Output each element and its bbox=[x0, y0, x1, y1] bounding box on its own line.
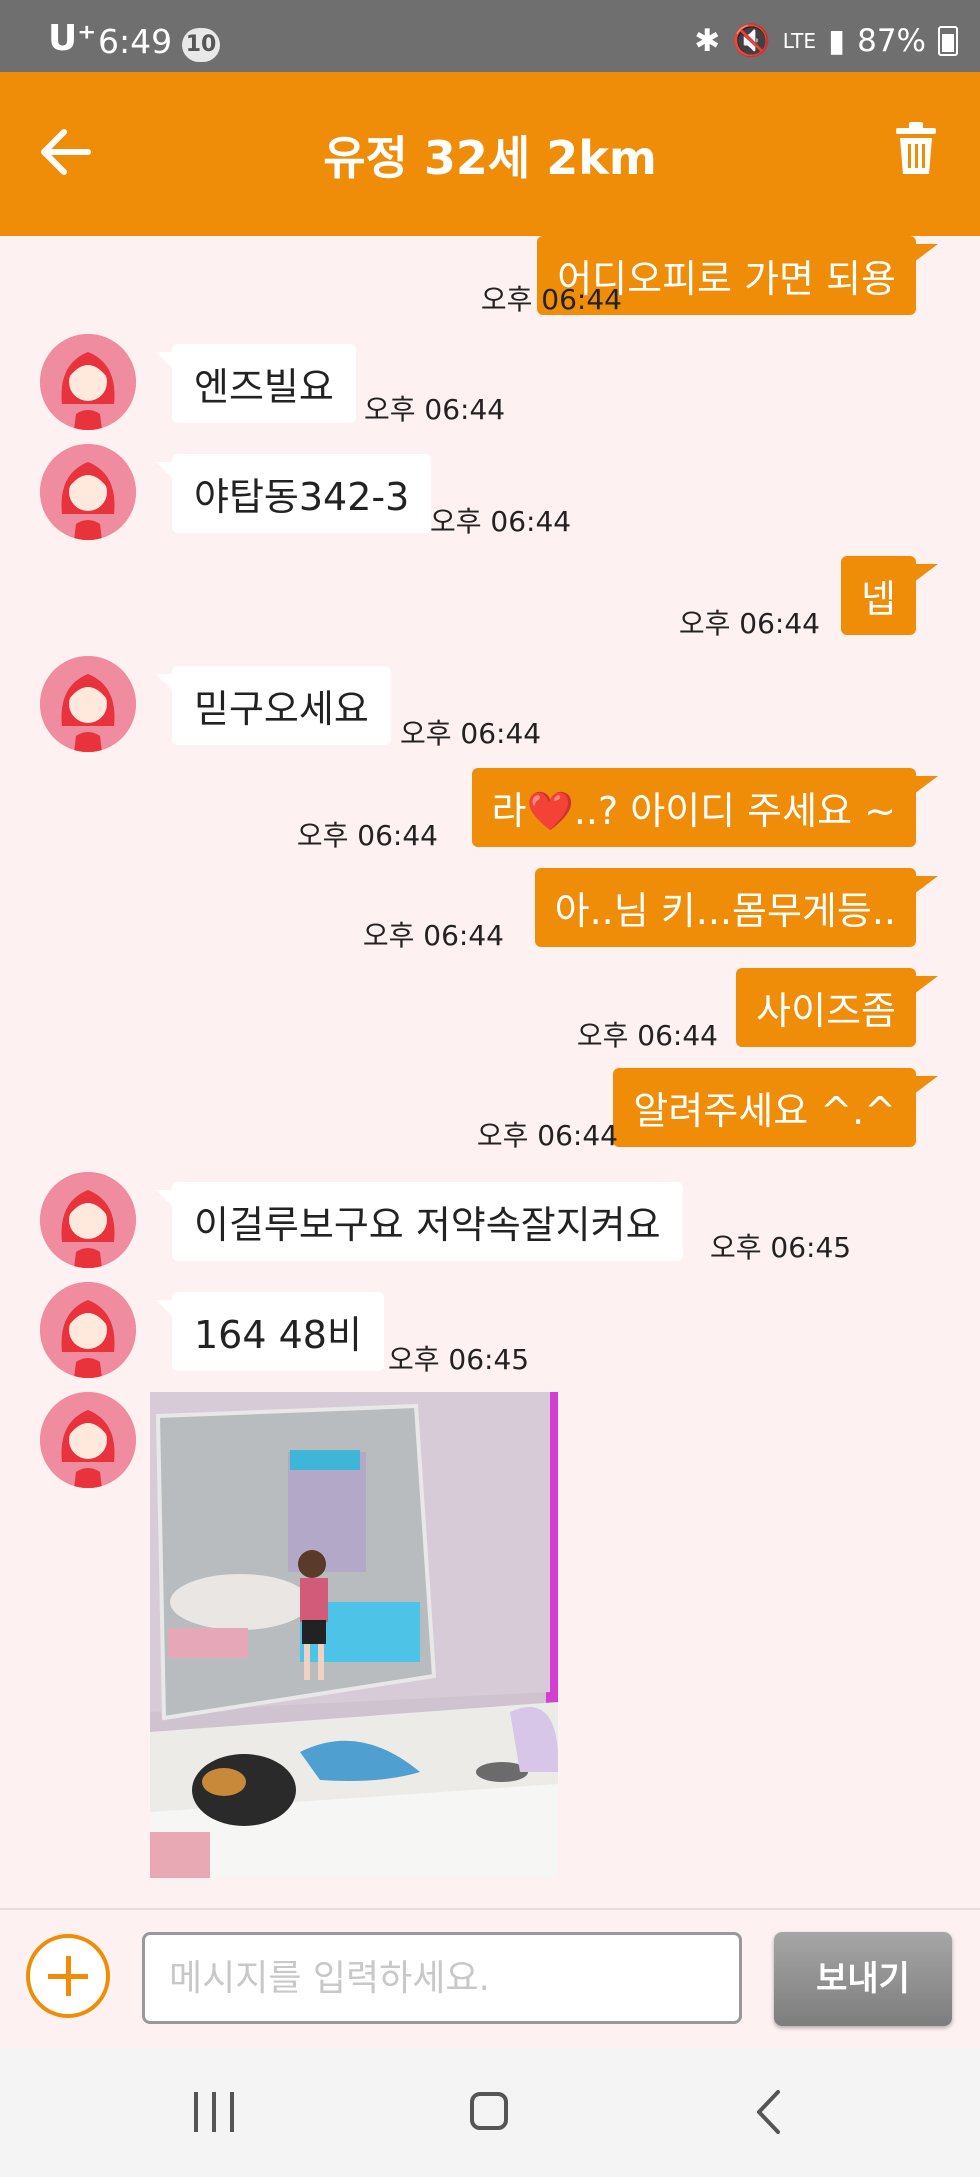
message-time: 오후 06:44 bbox=[576, 1019, 718, 1052]
message-time: 오후 06:44 bbox=[430, 505, 572, 538]
girl-avatar-icon bbox=[40, 334, 136, 430]
outgoing-message[interactable]: 알려주세요 ^.^ bbox=[613, 1068, 938, 1147]
girl-avatar-icon bbox=[40, 656, 136, 752]
lte-icon: LTE bbox=[782, 28, 817, 53]
message-time: 오후 06:45 bbox=[710, 1231, 852, 1264]
composer-bar: 보내기 bbox=[0, 1908, 980, 2050]
photo-image bbox=[150, 1392, 558, 1878]
girl-avatar-icon bbox=[40, 1392, 136, 1488]
message-time: 오후 06:44 bbox=[364, 393, 506, 426]
attach-plus-icon[interactable] bbox=[26, 1934, 110, 2018]
avatar[interactable] bbox=[40, 334, 136, 430]
carrier-label: U⁺ bbox=[48, 18, 97, 59]
girl-avatar-icon bbox=[40, 1172, 136, 1268]
message-time: 오후 06:44 bbox=[480, 283, 622, 316]
system-back-icon[interactable] bbox=[756, 2090, 780, 2134]
avatar[interactable] bbox=[40, 656, 136, 752]
outgoing-message[interactable]: 넵 bbox=[841, 556, 938, 635]
outgoing-message[interactable]: 사이즈좀 bbox=[736, 968, 938, 1047]
recents-icon[interactable] bbox=[194, 2092, 238, 2132]
signal-icon: ▮ bbox=[828, 22, 846, 59]
message-time: 오후 06:44 bbox=[362, 919, 504, 952]
incoming-message[interactable]: 이걸루보구요 저약속잘지켜요 bbox=[156, 1182, 683, 1261]
notification-count-badge: 10 bbox=[182, 28, 220, 62]
home-icon[interactable] bbox=[470, 2092, 508, 2130]
chat-header: 유정 32세 2km bbox=[0, 72, 980, 236]
avatar[interactable] bbox=[40, 1172, 136, 1268]
status-bar: U⁺ 6:49 10 ✱ 🔇 LTE ▮ 87% bbox=[0, 0, 980, 72]
incoming-message[interactable]: 야탑동342-3 bbox=[155, 454, 432, 533]
message-list[interactable]: 어디오피로 가면 되용 오후 06:44 엔즈빌요 오후 06:44 야탑동34… bbox=[0, 236, 980, 1908]
clock: 6:49 bbox=[98, 22, 173, 61]
shared-photo[interactable] bbox=[150, 1392, 558, 1878]
outgoing-message[interactable]: 아..님 키...몸무게등.. bbox=[534, 868, 939, 947]
incoming-message[interactable]: 엔즈빌요 bbox=[156, 344, 356, 423]
bluetooth-icon: ✱ bbox=[694, 22, 721, 59]
send-button[interactable]: 보내기 bbox=[774, 1932, 952, 2026]
trash-icon[interactable] bbox=[892, 122, 940, 176]
battery-icon bbox=[938, 25, 958, 56]
system-nav-bar bbox=[0, 2048, 980, 2177]
avatar[interactable] bbox=[40, 1392, 136, 1488]
chat-title: 유정 32세 2km bbox=[323, 131, 657, 185]
outgoing-message[interactable]: 라❤️..? 아이디 주세요 ~ bbox=[471, 768, 939, 847]
avatar[interactable] bbox=[40, 444, 136, 540]
battery-percent: 87% bbox=[857, 22, 926, 59]
message-time: 오후 06:45 bbox=[388, 1343, 530, 1376]
message-time: 오후 06:44 bbox=[400, 717, 542, 750]
girl-avatar-icon bbox=[40, 1282, 136, 1378]
message-input[interactable] bbox=[142, 1932, 742, 2024]
message-time: 오후 06:44 bbox=[296, 819, 438, 852]
status-icons: ✱ 🔇 LTE ▮ 87% bbox=[694, 22, 958, 59]
girl-avatar-icon bbox=[40, 444, 136, 540]
mute-icon: 🔇 bbox=[732, 23, 771, 59]
incoming-message[interactable]: 믿구오세요 bbox=[156, 666, 391, 745]
message-time: 오후 06:44 bbox=[476, 1119, 618, 1152]
message-time: 오후 06:44 bbox=[678, 607, 820, 640]
incoming-message[interactable]: 164 48비 bbox=[156, 1292, 384, 1371]
avatar[interactable] bbox=[40, 1282, 136, 1378]
